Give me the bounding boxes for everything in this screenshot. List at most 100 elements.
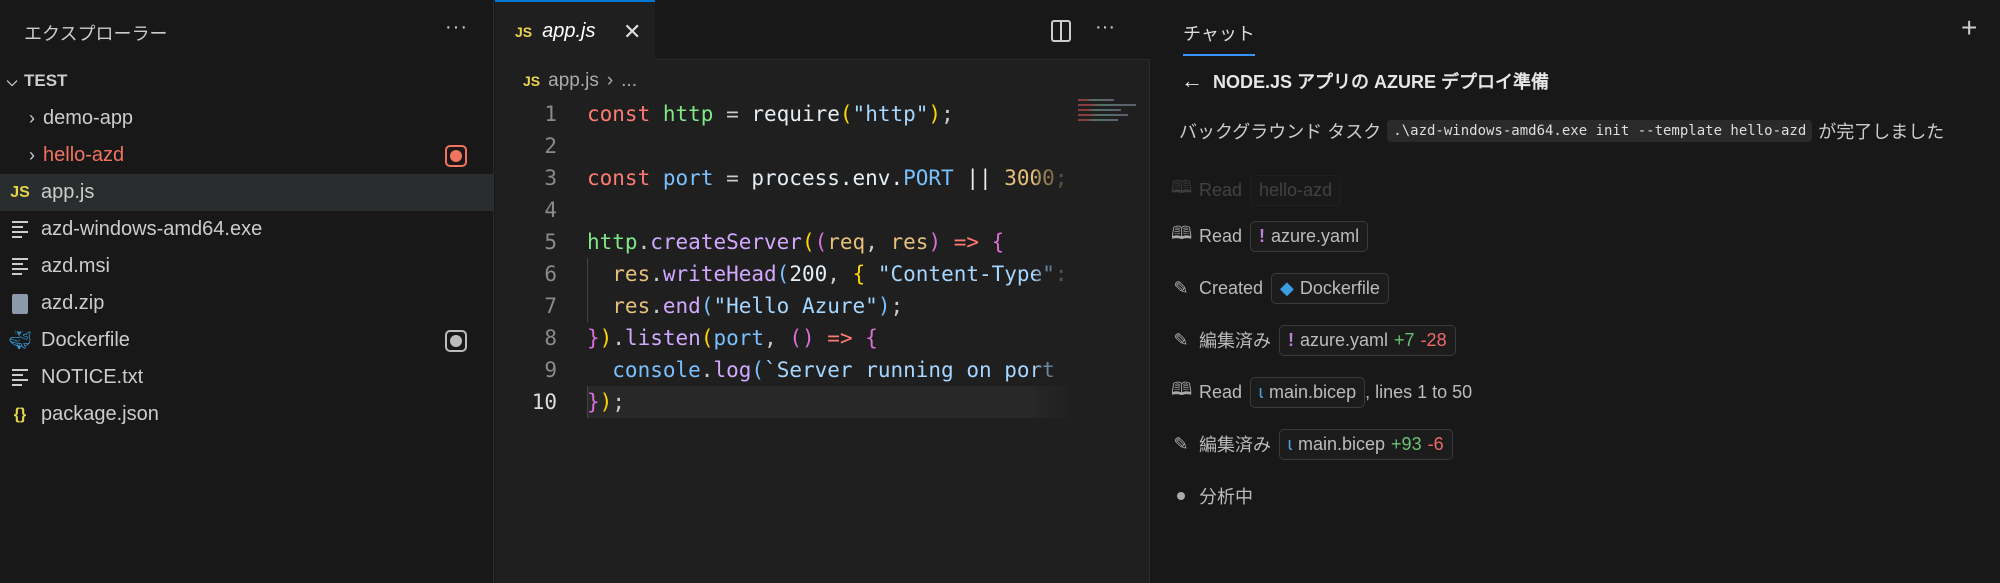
pencil-icon: ✎ — [1173, 329, 1189, 350]
breadcrumb-symbols[interactable]: ... — [621, 70, 637, 92]
code-token: , — [827, 262, 853, 286]
code-token: createServer — [650, 230, 802, 254]
file-label: NOTICE.txt — [41, 366, 144, 388]
code-token: res — [587, 262, 651, 286]
code-token: ) — [599, 326, 613, 350]
code-token: { — [852, 262, 866, 286]
code-line[interactable]: 3 const port = process.env.PORT || 3000; — [495, 162, 1075, 194]
code-token: ( — [801, 230, 815, 254]
file-label: azd-windows-amd64.exe — [41, 218, 263, 240]
step-item: 🕮︎ Read! azure.yaml — [1171, 210, 1472, 262]
code-token: ) — [928, 230, 942, 254]
step-suffix: , lines 1 to 50 — [1365, 381, 1473, 402]
code-line[interactable]: 6 res.writeHead(200, { "Content-Type": " — [495, 258, 1075, 290]
close-icon[interactable]: ✕ — [623, 19, 641, 45]
code-area[interactable]: 1 const http = require("http"); 2 3 const po… — [495, 98, 1075, 418]
code-line[interactable]: 10}); — [495, 386, 1075, 418]
code-line[interactable]: 1 const http = require("http"); — [495, 98, 1075, 130]
line-number: 10 — [531, 390, 557, 414]
step-item: ✎ 編集済み ! azure.yaml +7 -28 — [1171, 314, 1472, 366]
file-item-azd-zip[interactable]: azd.zip — [0, 285, 494, 322]
file-item-hello-azd[interactable]: › hello-azd — [0, 137, 494, 174]
tab-label: app.js — [542, 20, 596, 42]
code-token: . — [700, 358, 714, 382]
error-badge — [445, 144, 467, 167]
line-number: 2 — [544, 134, 557, 158]
code-token: PORT — [903, 166, 954, 190]
code-token: ( — [700, 326, 714, 350]
file-reference-azure-yaml[interactable]: ! azure.yaml +7 -28 — [1279, 324, 1456, 356]
tab-chat[interactable]: チャット — [1183, 20, 1255, 56]
file-label: azd.zip — [41, 292, 105, 314]
code-token: end — [662, 294, 701, 318]
step-item: 🕮︎ Read hello-azd — [1171, 170, 1472, 210]
file-item-app-js[interactable]: JS app.js — [0, 174, 494, 211]
code-token: ( — [814, 230, 828, 254]
code-token: { — [991, 230, 1005, 254]
file-item-azd-msi[interactable]: azd.msi — [0, 248, 494, 285]
minimap[interactable] — [1078, 96, 1150, 136]
new-chat-button[interactable]: + — [1961, 12, 1977, 44]
js-file-icon: JS — [515, 23, 533, 40]
file-reference-main-bicep[interactable]: ɩ main.bicep +93 -6 — [1279, 428, 1453, 460]
file-item-dockerfile[interactable]: 🐳︎ Dockerfile — [0, 322, 494, 359]
more-actions-button[interactable]: ··· — [445, 16, 468, 39]
code-token: ( — [839, 102, 853, 126]
file-item-notice-txt[interactable]: NOTICE.txt — [0, 359, 494, 396]
back-arrow-icon[interactable]: ← — [1181, 68, 1203, 94]
code-token: () — [789, 326, 815, 350]
lines-added: +93 — [1391, 433, 1422, 454]
step-action: 編集済み — [1199, 331, 1271, 351]
file-reference-Dockerfile[interactable]: ◆ Dockerfile — [1271, 272, 1389, 304]
code-token: `Server running on port ${ — [764, 358, 1067, 382]
code-line[interactable]: 5 http.createServer((req, res) => { — [495, 226, 1075, 258]
lines-added: +7 — [1394, 329, 1415, 350]
line-number: 6 — [544, 262, 557, 286]
breadcrumb-file[interactable]: app.js — [548, 70, 599, 92]
editor-more-button[interactable]: ··· — [1095, 16, 1115, 39]
code-line[interactable]: 4 — [495, 194, 1075, 226]
code-token: = — [713, 166, 752, 190]
bg-task-suffix: が完了しました — [1818, 122, 1945, 142]
file-item-package-json[interactable]: {} package.json — [0, 396, 494, 433]
text-file-icon — [0, 218, 40, 241]
code-token: port — [662, 166, 714, 190]
file-reference-main-bicep[interactable]: ɩ main.bicep — [1250, 376, 1366, 408]
indent-guide — [587, 386, 588, 418]
step-item: ✎ 編集済み ɩ main.bicep +93 -6 — [1171, 418, 1472, 470]
code-token: ( — [700, 294, 714, 318]
split-editor-icon[interactable] — [1051, 20, 1071, 42]
file-item-azd-windows-amd64-exe[interactable]: azd-windows-amd64.exe — [0, 211, 494, 248]
background-task-message: バックグラウンド タスク .\azd-windows-amd64.exe ini… — [1179, 118, 1944, 144]
step-action: Created — [1199, 277, 1264, 298]
chevron-right-icon: › — [29, 108, 35, 128]
code-line[interactable]: 8}).listen(port, () => { — [495, 322, 1075, 354]
file-label: azd.msi — [41, 255, 110, 277]
code-line[interactable]: 2 — [495, 130, 1075, 162]
breadcrumb: JS app.js › ... — [523, 70, 637, 92]
file-reference-azure-yaml[interactable]: ! azure.yaml — [1250, 220, 1369, 252]
file-reference-hello-azd[interactable]: hello-azd — [1250, 174, 1342, 206]
root-folder-test[interactable]: ⌵ TEST — [0, 66, 68, 96]
file-item-demo-app[interactable]: › demo-app — [0, 100, 494, 137]
code-token: log — [713, 358, 752, 382]
code-token: res — [890, 230, 929, 254]
docker-icon: ◆ — [1280, 277, 1294, 298]
root-folder-label: TEST — [24, 71, 68, 90]
code-line[interactable]: 7 res.end("Hello Azure"); — [495, 290, 1075, 322]
code-token: listen — [624, 326, 701, 350]
code-token: = — [713, 102, 752, 126]
line-number: 5 — [544, 230, 557, 254]
code-token: . — [650, 262, 663, 286]
step-action: Read — [1199, 225, 1243, 246]
code-token: port — [713, 326, 765, 350]
line-text: }).listen(port, () => { — [587, 322, 1067, 354]
code-line[interactable]: 9 console.log(`Server running on port ${ — [495, 354, 1075, 386]
tab-app-js[interactable]: JS app.js ✕ — [495, 0, 655, 61]
code-token: "Content-Type": " — [877, 262, 1067, 286]
file-label: Dockerfile — [41, 329, 130, 351]
file-label: app.js — [41, 181, 95, 203]
chevron-right-icon: › — [29, 145, 35, 165]
lines-removed: -28 — [1420, 329, 1447, 350]
code-token: => — [941, 230, 992, 254]
